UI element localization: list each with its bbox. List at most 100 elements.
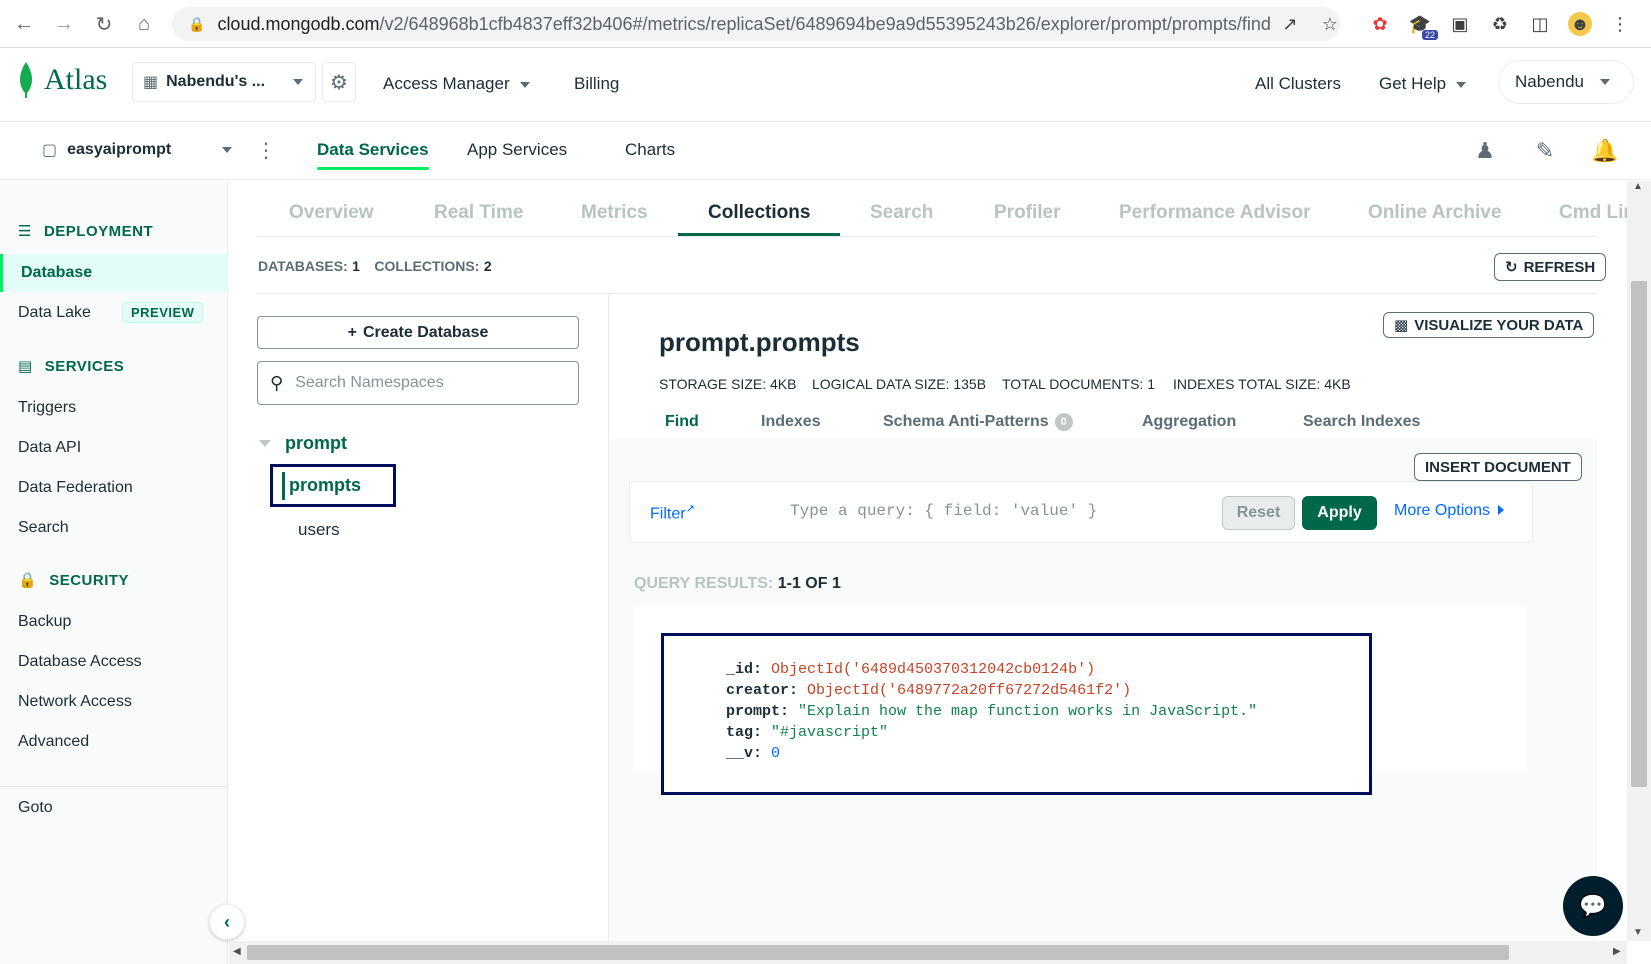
extension-graduation-icon[interactable]: 🎓 22 xyxy=(1408,12,1438,40)
tab-metrics[interactable]: Metrics xyxy=(581,202,648,224)
kebab-menu-icon[interactable]: ⋮ xyxy=(1608,12,1632,36)
activity-feed-icon[interactable]: ✎ xyxy=(1530,136,1560,166)
extensions-puzzle-icon[interactable]: ♻ xyxy=(1488,12,1512,36)
create-database-label: Create Database xyxy=(362,323,489,341)
document-highlight-box[interactable]: _id: ObjectId('6489d450370312042cb0124b'… xyxy=(661,633,1372,795)
user-name: Nabendu xyxy=(1515,72,1585,91)
scroll-up-icon[interactable]: ▲ xyxy=(1633,181,1643,192)
bookmark-star-icon[interactable]: ☆ xyxy=(1318,12,1342,36)
scroll-right-icon[interactable]: ▶ xyxy=(1613,946,1621,957)
doc-value-id: ObjectId('6489d450370312042cb0124b') xyxy=(771,661,1096,678)
doc-value-prompt: "Explain how the map function works in J… xyxy=(798,703,1258,720)
tab-data-services[interactable]: Data Services xyxy=(317,140,429,170)
tab-aggregation[interactable]: Aggregation xyxy=(1142,413,1236,431)
create-database-button[interactable]: + Create Database xyxy=(257,316,579,349)
project-name: easyaiprompt xyxy=(67,141,172,158)
reload-icon[interactable]: ↻ xyxy=(90,10,118,38)
visualize-label: VISUALIZE YOUR DATA xyxy=(1414,316,1584,334)
tab-app-services[interactable]: App Services xyxy=(467,140,567,160)
back-icon[interactable]: ← xyxy=(10,10,38,38)
horizontal-scroll-thumb[interactable] xyxy=(247,945,1509,960)
invite-user-icon[interactable]: ♟ xyxy=(1470,136,1500,166)
doc-value-v: 0 xyxy=(771,745,781,762)
profile-avatar[interactable]: ☻ xyxy=(1568,12,1592,36)
project-more-icon[interactable]: ⋮ xyxy=(256,138,276,163)
doc-field-prompt: prompt: "Explain how the map function wo… xyxy=(726,703,1257,720)
forward-icon[interactable]: → xyxy=(50,10,78,38)
access-manager-menu[interactable]: Access Manager xyxy=(383,74,530,94)
get-help-menu[interactable]: Get Help xyxy=(1379,74,1467,94)
query-results-count: 1-1 OF 1 xyxy=(777,575,841,592)
tab-find[interactable]: Find xyxy=(665,413,699,431)
sidebar-item-goto[interactable]: Goto xyxy=(18,799,53,817)
collection-item-prompts[interactable]: prompts xyxy=(270,464,396,507)
sidebar-item-backup[interactable]: Backup xyxy=(18,613,71,631)
sidebar-item-data-federation[interactable]: Data Federation xyxy=(18,479,133,497)
horizontal-scrollbar[interactable]: ◀ ▶ xyxy=(229,941,1627,964)
tab-search-indexes[interactable]: Search Indexes xyxy=(1303,413,1420,431)
search-namespaces-input[interactable]: ⚲ Search Namespaces xyxy=(257,361,579,405)
more-options-link[interactable]: More Options xyxy=(1394,502,1505,520)
visualize-data-button[interactable]: ▩ VISUALIZE YOUR DATA xyxy=(1383,312,1595,338)
doc-field-creator: creator: ObjectId('6489772a20ff67272d546… xyxy=(726,682,1131,699)
vertical-scroll-thumb[interactable] xyxy=(1631,281,1647,787)
tab-cmd-line[interactable]: Cmd Lir xyxy=(1559,202,1627,224)
org-selector[interactable]: ▦ Nabendu's ... xyxy=(132,62,316,102)
insert-document-button[interactable]: INSERT DOCUMENT xyxy=(1414,453,1582,481)
query-input[interactable]: Type a query: { field: 'value' } xyxy=(790,502,1097,520)
tab-indexes[interactable]: Indexes xyxy=(761,413,821,431)
side-panel-icon[interactable]: ◫ xyxy=(1528,12,1552,36)
tab-search[interactable]: Search xyxy=(870,202,933,224)
atlas-logo[interactable]: Atlas xyxy=(16,60,107,100)
sidebar-item-triggers[interactable]: Triggers xyxy=(18,399,76,417)
sidebar-item-database[interactable]: Database xyxy=(0,254,228,292)
sidebar-item-data-api[interactable]: Data API xyxy=(18,439,81,457)
sidebar-divider xyxy=(0,786,228,787)
share-icon[interactable]: ↗ xyxy=(1278,12,1302,36)
billing-link[interactable]: Billing xyxy=(574,74,619,94)
atlas-logo-text: Atlas xyxy=(44,63,108,96)
tab-real-time[interactable]: Real Time xyxy=(434,202,523,224)
sidebar-item-network-access[interactable]: Network Access xyxy=(18,693,132,711)
sidebar-item-database-access[interactable]: Database Access xyxy=(18,653,142,671)
url-host: cloud.mongodb.com xyxy=(217,13,380,34)
sidebar-item-advanced[interactable]: Advanced xyxy=(18,733,89,751)
gear-icon[interactable]: ⚙ xyxy=(322,62,356,102)
reset-button[interactable]: Reset xyxy=(1222,496,1295,530)
atlas-top-nav: Atlas ▦ Nabendu's ... ⚙ Access Manager B… xyxy=(0,48,1651,122)
sidebar-item-data-lake[interactable]: Data Lake xyxy=(18,304,91,322)
apply-button[interactable]: Apply xyxy=(1302,496,1377,530)
extension-square-icon[interactable]: ▣ xyxy=(1448,12,1472,36)
refresh-button[interactable]: ↻ REFRESH xyxy=(1494,253,1607,281)
tab-schema-anti-patterns[interactable]: Schema Anti-Patterns 0 xyxy=(883,413,1073,431)
collection-item-users[interactable]: users xyxy=(298,520,340,540)
deployment-heading: DEPLOYMENT xyxy=(43,222,154,240)
home-icon[interactable]: ⌂ xyxy=(130,10,158,38)
address-bar[interactable]: 🔒 cloud.mongodb.com/v2/648968b1cfb4837ef… xyxy=(172,7,1340,41)
doc-value-tag: "#javascript" xyxy=(771,724,889,741)
left-sidebar: ☰ DEPLOYMENT Database Data Lake PREVIEW ▤… xyxy=(0,181,228,964)
project-selector[interactable]: ▢ easyaiprompt xyxy=(42,140,232,160)
extension-color-icon[interactable]: ✿ xyxy=(1368,12,1392,36)
chat-support-button[interactable]: 💬 xyxy=(1563,876,1623,936)
database-tree-item[interactable]: prompt xyxy=(259,433,347,454)
scroll-left-icon[interactable]: ◀ xyxy=(233,946,241,957)
scroll-down-icon[interactable]: ▼ xyxy=(1633,927,1643,938)
all-clusters-link[interactable]: All Clusters xyxy=(1255,74,1341,94)
user-menu[interactable]: Nabendu xyxy=(1498,60,1634,104)
browser-toolbar: ← → ↻ ⌂ 🔒 cloud.mongodb.com/v2/648968b1c… xyxy=(0,0,1651,48)
refresh-icon: ↻ xyxy=(1505,259,1518,276)
extension-badge: 22 xyxy=(1421,30,1438,40)
tab-overview[interactable]: Overview xyxy=(289,202,374,224)
sidebar-item-search[interactable]: Search xyxy=(18,519,69,537)
tab-profiler[interactable]: Profiler xyxy=(994,202,1061,224)
tab-online-archive[interactable]: Online Archive xyxy=(1368,202,1501,224)
tab-collections[interactable]: Collections xyxy=(708,202,810,224)
tab-charts[interactable]: Charts xyxy=(625,140,675,160)
vertical-scrollbar[interactable]: ▲ ▼ xyxy=(1627,181,1651,941)
filter-link[interactable]: Filter↗ xyxy=(650,502,695,523)
leaf-icon xyxy=(20,62,32,98)
tab-performance-advisor[interactable]: Performance Advisor xyxy=(1119,202,1310,224)
bell-icon[interactable]: 🔔 xyxy=(1590,136,1620,166)
stat-indexes-size: INDEXES TOTAL SIZE: 4KB xyxy=(1173,376,1351,392)
